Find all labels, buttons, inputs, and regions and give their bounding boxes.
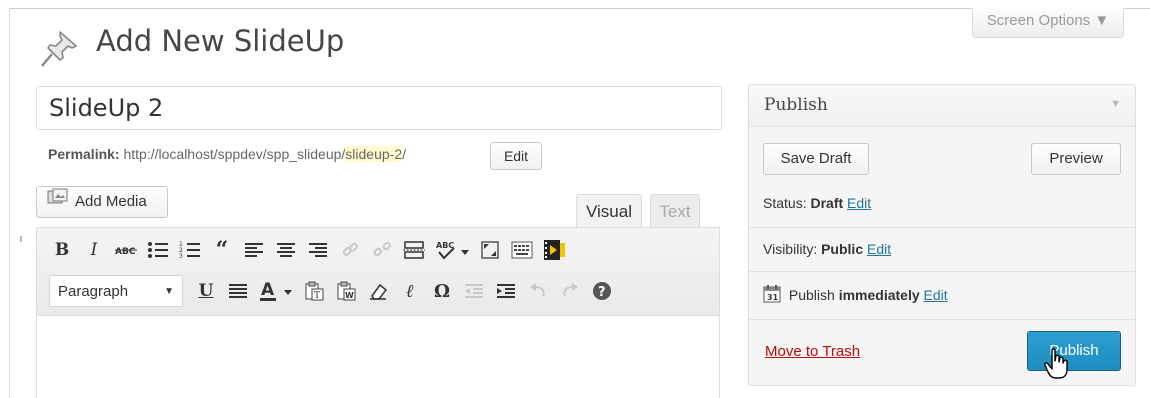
divider bbox=[749, 319, 1135, 320]
align-center-icon[interactable] bbox=[273, 236, 299, 264]
underline-icon[interactable]: U bbox=[193, 277, 219, 305]
numbered-list-icon[interactable]: 123 bbox=[177, 236, 203, 264]
svg-text:ABC: ABC bbox=[115, 247, 136, 255]
redo-icon[interactable] bbox=[557, 277, 583, 305]
text-color-icon[interactable]: A bbox=[257, 277, 295, 305]
undo-icon[interactable] bbox=[525, 277, 551, 305]
spellcheck-icon[interactable]: ABC bbox=[433, 236, 471, 264]
italic-icon[interactable]: I bbox=[81, 236, 107, 264]
schedule-edit-link[interactable]: Edit bbox=[924, 287, 948, 303]
indent-icon[interactable] bbox=[493, 277, 519, 305]
align-right-icon[interactable] bbox=[305, 236, 331, 264]
format-select[interactable]: Paragraph ▼ bbox=[49, 275, 183, 307]
chevron-down-icon: ▼ bbox=[164, 285, 174, 297]
calendar-icon: 31 bbox=[763, 285, 781, 306]
format-select-value: Paragraph bbox=[58, 282, 129, 300]
status-label: Status: bbox=[763, 195, 807, 211]
more-tag-icon[interactable] bbox=[401, 236, 427, 264]
publish-box-header[interactable]: Publish ▼ bbox=[749, 85, 1135, 127]
svg-text:3: 3 bbox=[179, 253, 183, 259]
help-icon[interactable]: ? bbox=[589, 277, 615, 305]
paste-text-icon[interactable]: T bbox=[301, 277, 327, 305]
publish-box-title: Publish bbox=[764, 95, 828, 115]
media-plugin-icon[interactable] bbox=[541, 236, 567, 264]
bullet-list-icon[interactable] bbox=[145, 236, 171, 264]
schedule-row: 31 Publish immediately Edit bbox=[763, 285, 948, 306]
preview-button[interactable]: Preview bbox=[1031, 143, 1121, 175]
divider bbox=[749, 227, 1135, 228]
add-media-label: Add Media bbox=[75, 193, 147, 210]
frame-left-border bbox=[9, 8, 10, 398]
permalink-row: Permalink: http://localhost/sppdev/spp_s… bbox=[48, 146, 406, 162]
publish-box: Publish ▼ Save Draft Preview Status: Dra… bbox=[748, 84, 1136, 386]
insert-link-icon[interactable] bbox=[337, 236, 363, 264]
justify-icon[interactable] bbox=[225, 277, 251, 305]
hand-cursor-icon bbox=[1044, 348, 1068, 379]
status-row: Status: Draft Edit bbox=[763, 195, 871, 211]
status-value: Draft bbox=[810, 195, 844, 211]
add-media-icon bbox=[47, 187, 69, 217]
toolbar-toggle-icon[interactable] bbox=[509, 236, 535, 264]
permalink-label: Permalink: bbox=[48, 146, 120, 162]
toolbar-row-1: B I ABC 123 “ ABC bbox=[49, 234, 573, 266]
visibility-value: Public bbox=[821, 241, 864, 257]
toolbar-row-2: Paragraph ▼ U A T W ℓ Ω ? bbox=[49, 275, 621, 307]
unlink-icon[interactable] bbox=[369, 236, 395, 264]
add-media-button[interactable]: Add Media bbox=[36, 186, 168, 218]
paste-word-icon[interactable]: W bbox=[333, 277, 359, 305]
svg-text:W: W bbox=[345, 291, 354, 300]
svg-text:A: A bbox=[261, 280, 275, 300]
editor-area: B I ABC 123 “ ABC Paragraph ▼ U A T W ℓ … bbox=[36, 227, 720, 398]
move-to-trash-link[interactable]: Move to Trash bbox=[765, 343, 860, 360]
svg-text:ABC: ABC bbox=[436, 241, 454, 250]
schedule-value: immediately bbox=[838, 287, 920, 303]
outdent-icon[interactable] bbox=[461, 277, 487, 305]
permalink-trail: / bbox=[402, 146, 407, 162]
fullscreen-icon[interactable] bbox=[477, 236, 503, 264]
collapse-arrow-icon[interactable]: ▼ bbox=[1110, 98, 1121, 110]
bold-icon[interactable]: B bbox=[49, 236, 75, 264]
align-left-icon[interactable] bbox=[241, 236, 267, 264]
tab-text[interactable]: Text bbox=[650, 194, 700, 228]
clear-formatting-icon[interactable] bbox=[365, 277, 391, 305]
save-draft-button[interactable]: Save Draft bbox=[763, 143, 869, 175]
screen-options-button[interactable]: Screen Options ▼ bbox=[972, 8, 1124, 38]
post-title-input[interactable] bbox=[36, 86, 722, 130]
visibility-label: Visibility: bbox=[763, 241, 818, 257]
page-title: Add New SlideUp bbox=[96, 24, 345, 58]
strikethrough-icon[interactable]: ABC bbox=[113, 236, 139, 264]
tab-visual[interactable]: Visual bbox=[576, 194, 642, 228]
publish-button[interactable]: Publish bbox=[1027, 331, 1121, 371]
frame-tick bbox=[20, 236, 22, 242]
svg-text:31: 31 bbox=[767, 293, 779, 302]
visibility-edit-link[interactable]: Edit bbox=[867, 241, 891, 257]
schedule-label: Publish bbox=[788, 287, 835, 303]
permalink-base-url: http://localhost/sppdev/spp_slideup/ bbox=[123, 146, 346, 162]
special-character-icon[interactable]: Ω bbox=[429, 277, 455, 305]
permalink-slug[interactable]: slideup-2 bbox=[345, 146, 403, 162]
svg-text:?: ? bbox=[598, 285, 606, 300]
blockquote-icon[interactable]: “ bbox=[209, 236, 235, 264]
pushpin-icon bbox=[41, 31, 77, 67]
editor-toolbar: B I ABC 123 “ ABC Paragraph ▼ U A T W ℓ … bbox=[37, 228, 719, 316]
status-edit-link[interactable]: Edit bbox=[847, 195, 871, 211]
permalink-edit-button[interactable]: Edit bbox=[490, 142, 542, 170]
divider bbox=[749, 271, 1135, 272]
svg-text:T: T bbox=[314, 291, 320, 301]
visibility-row: Visibility: Public Edit bbox=[763, 241, 891, 257]
italic-link-icon[interactable]: ℓ bbox=[397, 277, 423, 305]
